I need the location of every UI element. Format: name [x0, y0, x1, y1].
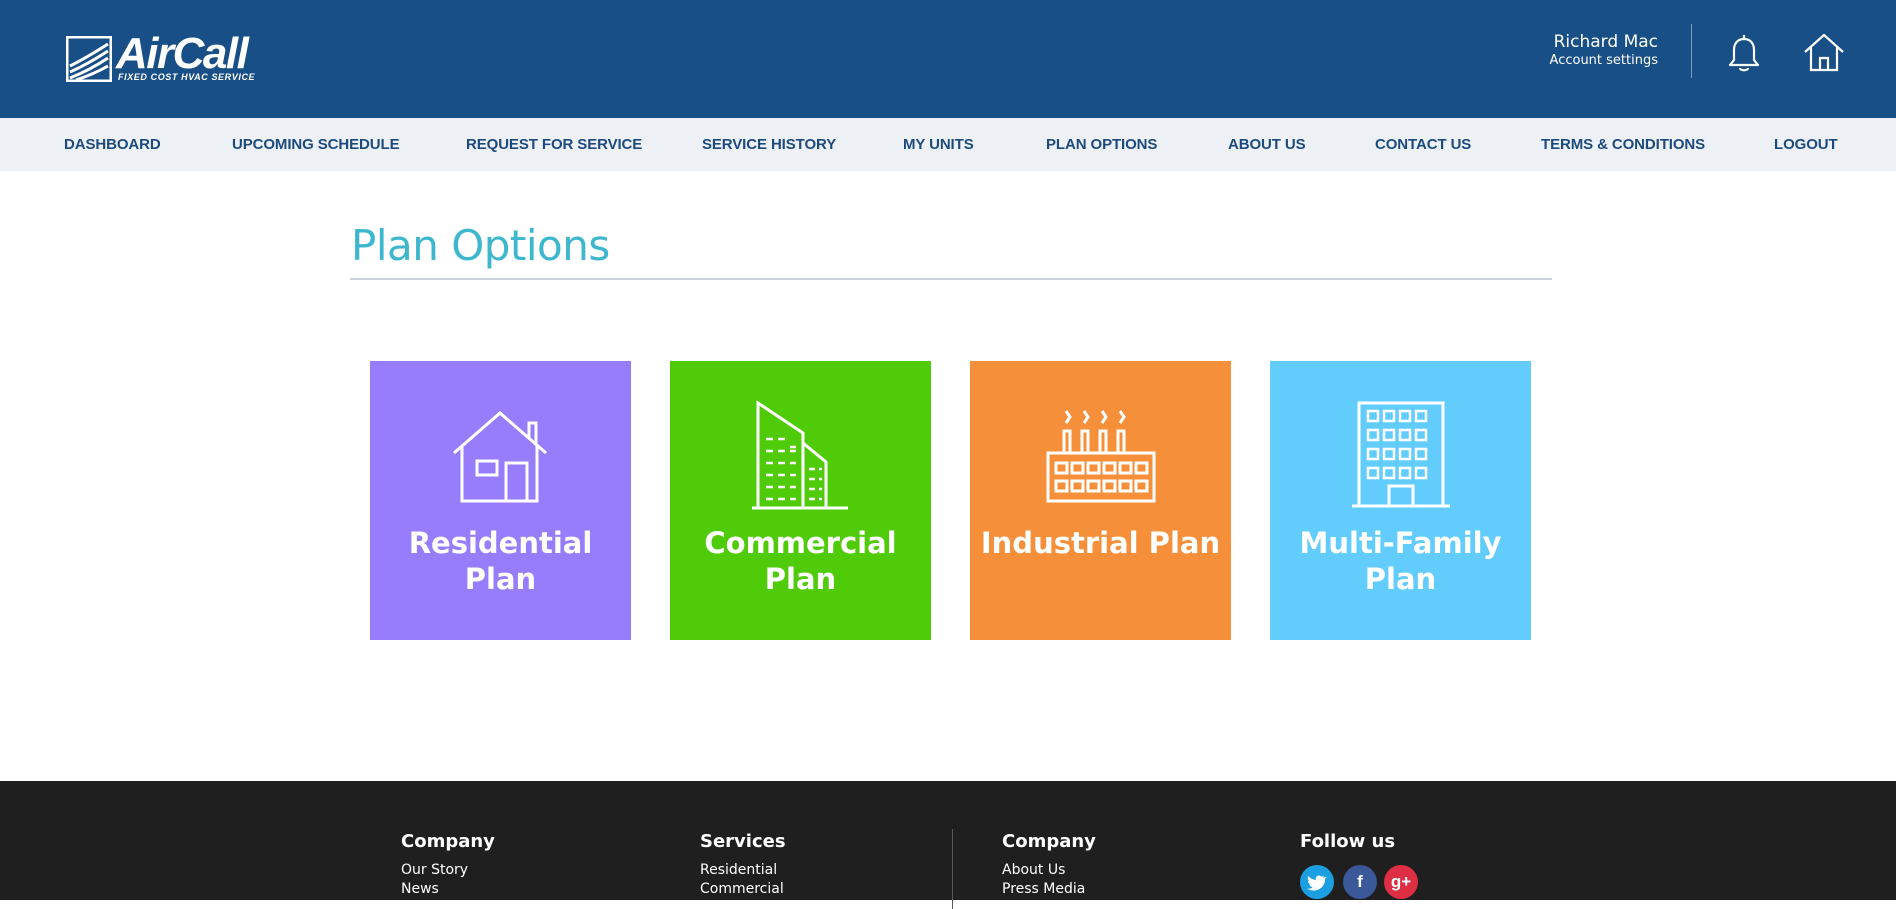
office-buildings-icon [752, 400, 848, 510]
footer-column-company: Company Our Story News [401, 831, 495, 899]
footer-heading: Company [401, 831, 495, 852]
home-button[interactable] [1802, 30, 1846, 74]
user-name: Richard Mac [1553, 32, 1658, 52]
logo-tagline: FIXED COST HVAC SERVICE [118, 72, 256, 82]
page-title: Plan Options [351, 221, 610, 270]
header-divider [1691, 24, 1692, 78]
footer-link-press-media[interactable]: Press Media [1002, 880, 1096, 899]
house-icon [453, 411, 547, 503]
footer-link-residential[interactable]: Residential [700, 861, 786, 880]
nav-plan-options[interactable]: PLAN OPTIONS [1046, 118, 1157, 171]
site-footer: Company Our Story News Services Resident… [0, 781, 1896, 909]
nav-about-us[interactable]: ABOUT US [1228, 118, 1306, 171]
plan-card-label: Industrial Plan [980, 526, 1221, 560]
footer-heading: Follow us [1300, 831, 1396, 852]
aircall-logo-icon [66, 36, 112, 82]
footer-link-commercial[interactable]: Commercial [700, 880, 786, 899]
footer-column-follow-us: Follow us [1300, 831, 1395, 853]
facebook-icon: f [1357, 872, 1363, 891]
plan-card-multi-family[interactable]: Multi-Family Plan [1270, 361, 1531, 640]
footer-divider [952, 829, 953, 909]
main-nav: DASHBOARD UPCOMING SCHEDULE REQUEST FOR … [0, 118, 1896, 171]
nav-upcoming-schedule[interactable]: UPCOMING SCHEDULE [232, 118, 400, 171]
factory-icon [1046, 410, 1156, 503]
nav-terms-conditions[interactable]: TERMS & CONDITIONS [1541, 118, 1705, 171]
top-header: AirCall FIXED COST HVAC SERVICE Richard … [0, 0, 1896, 118]
nav-request-for-service[interactable]: REQUEST FOR SERVICE [466, 118, 642, 171]
footer-link-about-us[interactable]: About Us [1002, 861, 1096, 880]
footer-heading: Company [1002, 831, 1096, 852]
footer-heading: Services [700, 831, 786, 852]
nav-service-history[interactable]: SERVICE HISTORY [702, 118, 836, 171]
bell-icon [1728, 35, 1760, 72]
notifications-button[interactable] [1722, 30, 1766, 74]
plan-card-commercial[interactable]: Commercial Plan [670, 361, 931, 640]
apartment-building-icon [1352, 401, 1450, 508]
logo-wordmark: AirCall [116, 29, 249, 78]
home-icon [1804, 33, 1844, 72]
plan-card-label: Residential Plan [408, 526, 593, 596]
facebook-button[interactable]: f [1343, 865, 1377, 899]
nav-contact-us[interactable]: CONTACT US [1375, 118, 1471, 171]
account-settings-link[interactable]: Account settings [1550, 53, 1658, 69]
footer-link-our-story[interactable]: Our Story [401, 861, 495, 880]
footer-column-services: Services Residential Commercial [700, 831, 786, 899]
nav-logout[interactable]: LOGOUT [1774, 118, 1838, 171]
title-divider [350, 278, 1552, 280]
plan-card-label: Multi-Family Plan [1299, 526, 1502, 596]
twitter-button[interactable] [1300, 865, 1334, 899]
user-account: Richard Mac Account settings [1550, 32, 1658, 69]
nav-my-units[interactable]: MY UNITS [903, 118, 974, 171]
plan-card-residential[interactable]: Residential Plan [370, 361, 631, 640]
twitter-icon [1307, 875, 1327, 891]
footer-link-news[interactable]: News [401, 880, 495, 899]
google-plus-button[interactable]: g+ [1384, 865, 1418, 899]
footer-column-company-2: Company About Us Press Media [1002, 831, 1096, 899]
aircall-logo[interactable]: AirCall FIXED COST HVAC SERVICE [66, 30, 266, 84]
google-plus-icon: g+ [1390, 872, 1412, 891]
nav-dashboard[interactable]: DASHBOARD [64, 118, 161, 171]
plan-card-industrial[interactable]: Industrial Plan [970, 361, 1231, 640]
plan-card-label: Commercial Plan [704, 526, 897, 596]
